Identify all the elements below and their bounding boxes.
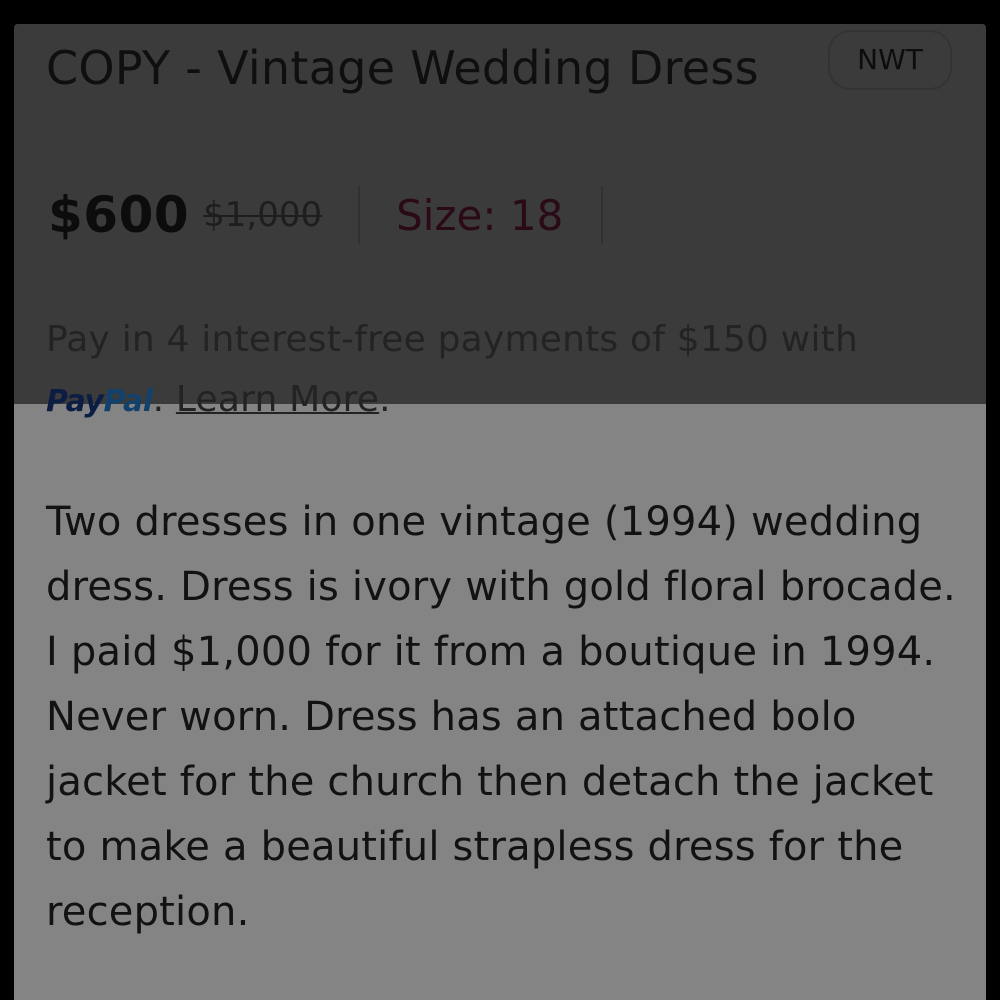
original-price: $1,000 bbox=[203, 195, 323, 235]
installment-period: . bbox=[379, 379, 391, 420]
learn-more-link[interactable]: Learn More bbox=[176, 379, 379, 420]
size-divider bbox=[601, 186, 604, 244]
condition-badge: NWT bbox=[828, 30, 952, 90]
paypal-logo: PayPal bbox=[46, 384, 153, 419]
listing-title: COPY - Vintage Wedding Dress bbox=[46, 41, 759, 95]
installment-separator: . bbox=[152, 379, 176, 420]
listing-description: Two dresses in one vintage (1994) weddin… bbox=[46, 499, 956, 935]
paypal-logo-part2: Pal bbox=[103, 384, 153, 419]
installment-text: Pay in 4 interest-free payments of $150 … bbox=[46, 319, 858, 360]
installment-payment-info: Pay in 4 interest-free payments of $150 … bbox=[46, 310, 926, 432]
paypal-logo-part1: Pay bbox=[46, 384, 104, 419]
price: $600 bbox=[48, 186, 190, 244]
size-label: Size: 18 bbox=[396, 190, 564, 240]
price-row: $600 $1,000 Size: 18 bbox=[48, 182, 604, 248]
price-divider bbox=[358, 186, 361, 244]
listing-screen: COPY - Vintage Wedding Dress NWT $600 $1… bbox=[14, 24, 986, 1000]
